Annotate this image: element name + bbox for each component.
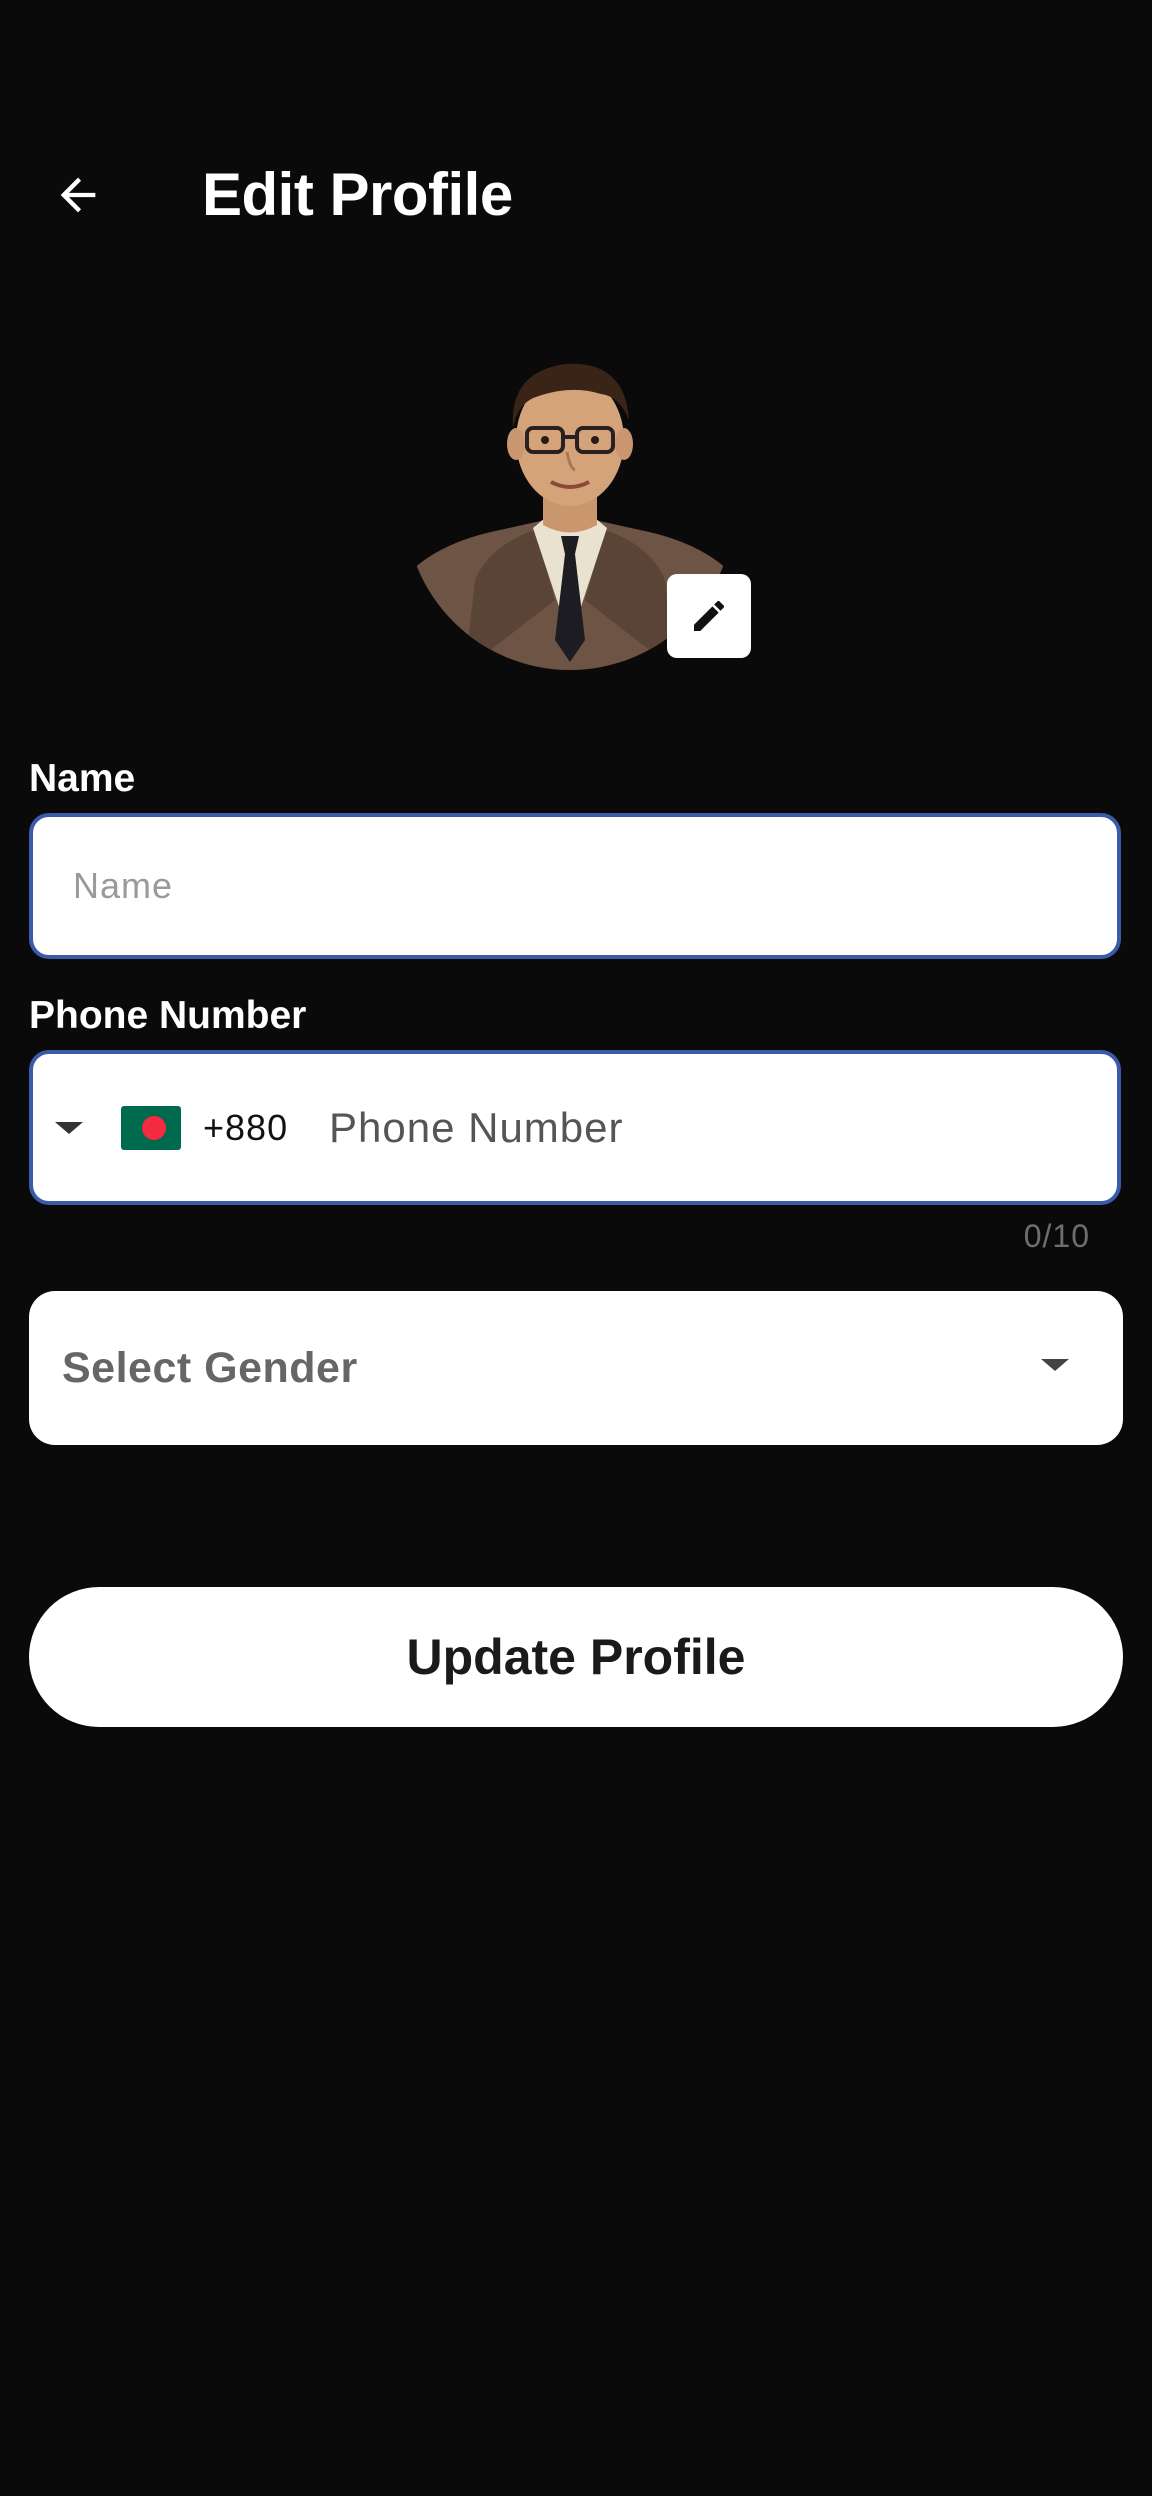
name-field — [29, 813, 1121, 959]
edit-photo-button[interactable] — [667, 574, 751, 658]
country-code-picker[interactable]: +880 — [53, 1054, 288, 1201]
character-counter: 0/10 — [1023, 1218, 1090, 1254]
edit-profile-screen: Edit Profile Name Name Phone Number +880… — [0, 0, 1152, 2496]
bangladesh-flag-icon — [121, 1105, 181, 1150]
phone-field: +880 — [29, 1050, 1121, 1205]
update-profile-button[interactable]: Update Profile — [29, 1587, 1123, 1727]
dial-code: +880 — [203, 1106, 289, 1148]
gender-select[interactable]: Select Gender — [29, 1291, 1123, 1445]
pencil-icon — [694, 600, 725, 631]
caret-down-icon — [55, 1121, 83, 1134]
chevron-down-icon — [1041, 1359, 1069, 1371]
back-button[interactable] — [38, 160, 118, 230]
gender-select-label: Select Gender — [62, 1344, 358, 1392]
name-label: Name — [29, 757, 136, 800]
app-bar: Edit Profile — [0, 140, 1152, 250]
avatar-container — [405, 340, 751, 670]
page-title: Edit Profile — [202, 161, 513, 228]
phone-input[interactable] — [329, 1054, 1089, 1201]
arrow-left-icon — [60, 177, 96, 213]
phone-label: Phone Number — [29, 994, 307, 1037]
name-input[interactable] — [73, 817, 1073, 955]
